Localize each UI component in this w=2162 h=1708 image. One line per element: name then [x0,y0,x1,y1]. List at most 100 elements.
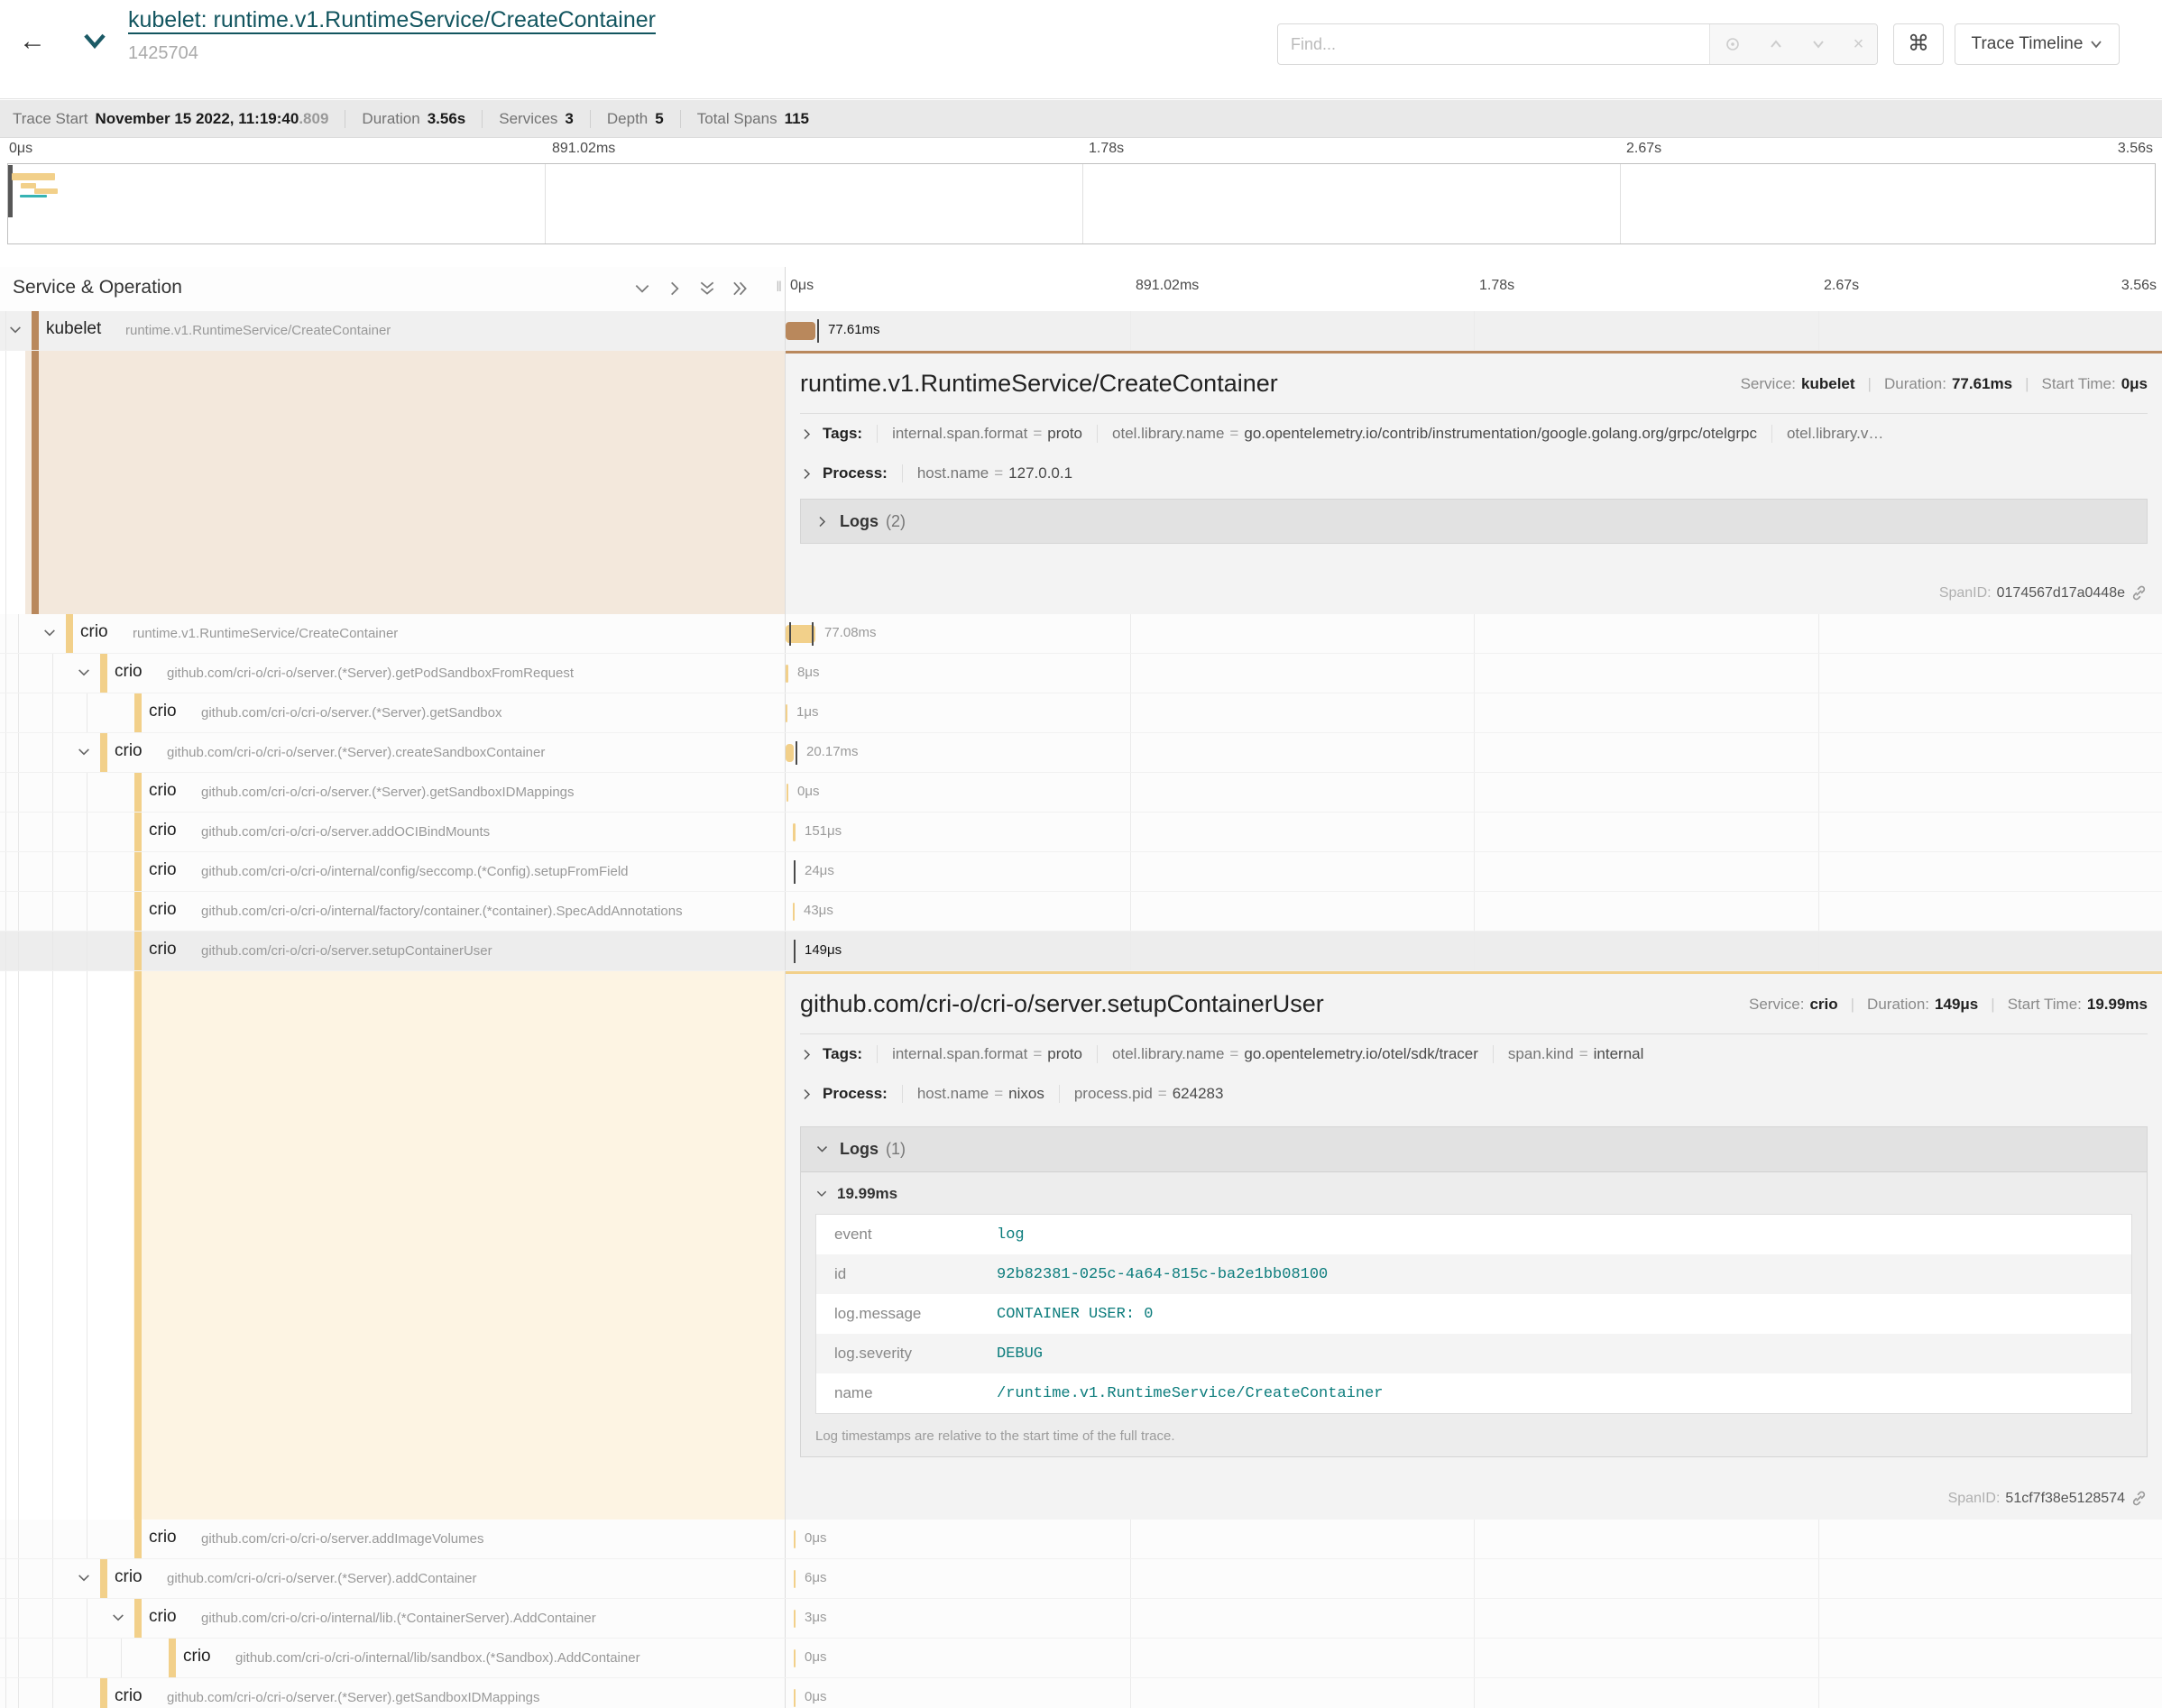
span-row[interactable]: criogithub.com/cri-o/cri-o/server.addIma… [0,1520,2162,1559]
span-row[interactable]: criogithub.com/cri-o/cri-o/server.(*Serv… [0,1559,2162,1599]
chevron-down-icon [815,1143,829,1156]
collapse-all-chevron-down-icon[interactable] [633,280,651,298]
span-timeline-cell[interactable]: 0μs [786,1520,2162,1558]
span-row[interactable]: criogithub.com/cri-o/cri-o/server.(*Serv… [0,733,2162,773]
timeline-gridline [1818,693,1819,732]
tags-row[interactable]: Tags:internal.span.format=protootel.libr… [800,414,2148,454]
span-duration-bar[interactable] [794,1570,796,1588]
span-timeline-cell[interactable]: 0μs [786,773,2162,812]
minimap-tick-label: 3.56s [2118,141,2153,157]
deep-link-icon[interactable] [2130,584,2148,601]
collapse-children-chevron-icon[interactable] [111,1611,125,1625]
indent-guide [5,773,6,812]
find-input[interactable] [1278,24,1709,64]
collapse-children-chevron-icon[interactable] [42,626,57,640]
span-duration-bar[interactable] [787,784,788,802]
span-row[interactable]: criogithub.com/cri-o/cri-o/internal/lib.… [0,1599,2162,1639]
prev-result-chevron-up-icon[interactable] [1768,36,1784,52]
span-row[interactable]: criogithub.com/cri-o/cri-o/internal/lib/… [0,1639,2162,1678]
indent-guide [18,852,19,891]
collapse-children-chevron-icon[interactable] [77,745,91,759]
column-resize-handle[interactable]: ‖ [776,280,783,296]
span-log-marker [817,319,819,343]
timeline-gridline [1130,1639,1131,1677]
indent-guide [52,773,53,812]
span-timeline-cell[interactable]: 77.61ms [786,311,2162,350]
span-row[interactable]: crioruntime.v1.RuntimeService/CreateCont… [0,614,2162,654]
back-arrow-icon[interactable]: ← [14,23,51,60]
log-entry-header[interactable]: 19.99ms [815,1185,2132,1203]
span-timeline-cell[interactable]: 43μs [786,892,2162,931]
tag-item: otel.library.name=go.opentelemetry.io/co… [1097,425,1771,443]
collapse-trace-chevron-icon[interactable] [83,31,106,55]
deep-link-icon[interactable] [2130,1490,2148,1507]
span-timeline-cell[interactable]: 151μs [786,813,2162,851]
trace-title-link[interactable]: kubelet: runtime.v1.RuntimeService/Creat… [128,7,656,33]
trace-view-dropdown[interactable]: Trace Timeline [1955,23,2120,65]
collapse-one-double-chevron-right-icon[interactable] [731,280,749,298]
span-row[interactable]: kubeletruntime.v1.RuntimeService/CreateC… [0,311,2162,351]
clear-search-icon[interactable]: × [1854,34,1864,55]
span-color-bar [169,1639,176,1677]
logs-expanded-bar[interactable]: Logs(1) [801,1127,2147,1172]
span-duration-bar[interactable] [794,1530,796,1548]
span-duration-bar[interactable] [786,704,787,722]
span-timeline-cell[interactable]: 8μs [786,654,2162,693]
span-operation-name: github.com/cri-o/cri-o/internal/config/s… [201,864,629,879]
expand-one-chevron-right-icon[interactable] [666,280,684,298]
span-row[interactable]: criogithub.com/cri-o/cri-o/server.addOCI… [0,813,2162,852]
process-row[interactable]: Process:host.name=nixosprocess.pid=62428… [800,1074,2148,1114]
ruler-tick-label: 0μs [790,278,814,294]
span-row[interactable]: criogithub.com/cri-o/cri-o/server.setupC… [0,932,2162,971]
span-duration-bar[interactable] [794,1689,796,1707]
span-row[interactable]: criogithub.com/cri-o/cri-o/internal/conf… [0,852,2162,892]
span-timeline-cell[interactable]: 77.08ms [786,614,2162,653]
next-result-chevron-down-icon[interactable] [1810,36,1826,52]
indent-guide [52,1639,53,1677]
span-timeline-cell[interactable]: 1μs [786,693,2162,732]
span-duration-bar[interactable] [793,903,795,921]
span-timeline-cell[interactable]: 0μs [786,1639,2162,1677]
span-row[interactable]: criogithub.com/cri-o/cri-o/server.(*Serv… [0,773,2162,813]
chevron-right-icon [815,515,829,528]
indent-guide [5,733,6,772]
timeline-gridline [1474,813,1475,851]
span-name-cell: criogithub.com/cri-o/cri-o/internal/lib/… [0,1639,786,1677]
timeline-gridline [1474,311,1475,350]
logs-collapsed-bar[interactable]: Logs(2) [800,499,2148,544]
span-timeline-cell[interactable]: 3μs [786,1599,2162,1638]
span-row[interactable]: criogithub.com/cri-o/cri-o/server.(*Serv… [0,1678,2162,1708]
indent-guide [18,614,19,653]
collapse-children-chevron-icon[interactable] [77,1571,91,1585]
collapse-children-chevron-icon[interactable] [77,666,91,680]
meta-separator: | [1868,375,1872,393]
process-row[interactable]: Process:host.name=127.0.0.1 [800,454,2148,493]
tags-row[interactable]: Tags:internal.span.format=protootel.libr… [800,1034,2148,1074]
span-duration-bar[interactable] [794,1649,796,1667]
span-timeline-cell[interactable]: 20.17ms [786,733,2162,772]
span-duration-bar[interactable] [786,665,788,683]
span-timeline-cell[interactable]: 0μs [786,1678,2162,1708]
span-row[interactable]: criogithub.com/cri-o/cri-o/server.(*Serv… [0,693,2162,733]
span-name-cell: criogithub.com/cri-o/cri-o/server.addIma… [0,1520,786,1558]
span-row[interactable]: criogithub.com/cri-o/cri-o/server.(*Serv… [0,654,2162,693]
log-field-value: log [997,1226,1025,1244]
indent-guide [52,852,53,891]
indent-guide [5,311,6,350]
expand-all-double-chevron-down-icon[interactable] [698,280,716,298]
span-row[interactable]: criogithub.com/cri-o/cri-o/internal/fact… [0,892,2162,932]
span-timeline-cell[interactable]: 6μs [786,1559,2162,1598]
timeline-minimap[interactable] [7,163,2156,244]
span-duration-bar[interactable] [794,1610,796,1628]
span-duration-bar[interactable] [786,744,794,762]
keyboard-shortcuts-button[interactable]: ⌘ [1893,23,1944,65]
span-timeline-cell[interactable]: 24μs [786,852,2162,891]
collapse-children-chevron-icon[interactable] [8,323,23,337]
span-duration-bar[interactable] [793,823,796,841]
span-duration-bar[interactable] [786,322,815,340]
span-name-cell: criogithub.com/cri-o/cri-o/internal/fact… [0,892,786,931]
timeline-gridline [1474,733,1475,772]
span-timeline-cell[interactable]: 149μs [786,932,2162,970]
span-duration-label: 77.08ms [824,625,877,640]
focus-target-icon[interactable] [1724,35,1742,53]
